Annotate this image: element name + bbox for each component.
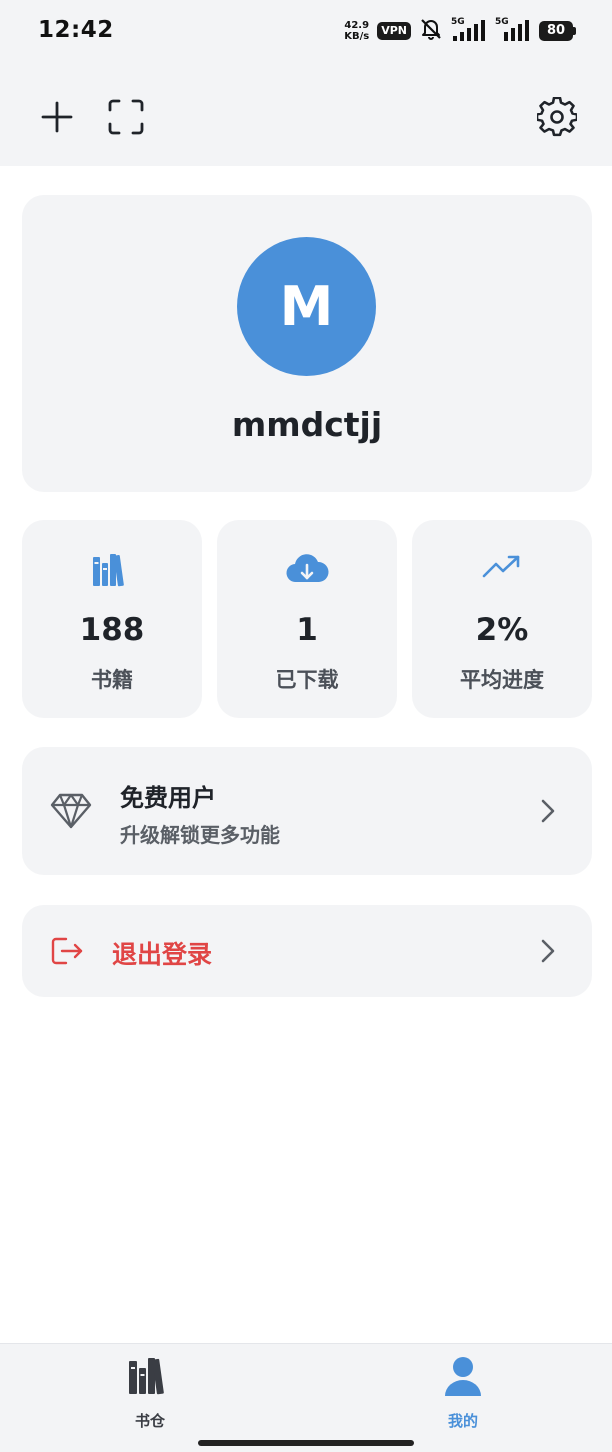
membership-subtitle: 升级解锁更多功能	[120, 823, 280, 847]
status-bar: 12:42 42.9 KB/s VPN 5G 5G 80	[0, 0, 612, 66]
status-indicators: 42.9 KB/s VPN 5G 5G 80	[344, 16, 576, 46]
network-speed: 42.9 KB/s	[344, 20, 369, 42]
chevron-right-icon	[538, 796, 558, 826]
scan-icon	[108, 99, 144, 135]
settings-button[interactable]	[536, 96, 578, 138]
nav-label-mine: 我的	[447, 1412, 478, 1430]
profile-card[interactable]: M mmdctjj	[22, 195, 592, 492]
network-speed-value: 42.9	[344, 20, 370, 31]
stat-card-downloaded[interactable]: 1 已下载	[217, 520, 397, 718]
bottom-nav: 书仓 我的	[0, 1343, 612, 1452]
plus-icon	[41, 101, 73, 133]
trend-up-icon	[412, 552, 592, 582]
status-time: 12:42	[38, 17, 114, 43]
top-toolbar	[0, 66, 612, 166]
gear-icon	[537, 97, 577, 137]
stat-card-books[interactable]: 188 书籍	[22, 520, 202, 718]
diamond-icon	[50, 791, 92, 831]
network-speed-unit: KB/s	[344, 31, 370, 42]
battery-level: 80	[539, 21, 573, 41]
nav-label-bookshelf: 书仓	[134, 1412, 165, 1430]
bookshelf-icon	[22, 552, 202, 588]
nav-item-bookshelf[interactable]: 书仓	[90, 1356, 210, 1436]
profile-screen: 12:42 42.9 KB/s VPN 5G 5G 80 M mmdctjj 1…	[0, 0, 612, 1452]
add-button[interactable]	[36, 96, 78, 138]
cloud-download-icon	[217, 552, 397, 588]
battery-tip	[573, 27, 576, 35]
chevron-right-icon	[538, 936, 558, 966]
user-icon	[403, 1356, 523, 1398]
battery-indicator: 80	[539, 21, 576, 41]
username: mmdctjj	[231, 405, 383, 444]
avatar[interactable]: M	[237, 237, 376, 376]
signal-bars-icon	[504, 20, 529, 41]
home-indicator[interactable]	[198, 1440, 414, 1446]
average-progress-value: 2%	[475, 612, 529, 648]
membership-title: 免费用户	[120, 784, 216, 812]
books-label: 书籍	[91, 668, 133, 692]
scan-button[interactable]	[105, 96, 147, 138]
logout-row[interactable]: 退出登录	[22, 905, 592, 997]
downloaded-count: 1	[296, 612, 318, 648]
nav-item-mine[interactable]: 我的	[403, 1356, 523, 1436]
vpn-badge: VPN	[377, 22, 411, 40]
average-progress-label: 平均进度	[460, 668, 544, 692]
membership-row[interactable]: 免费用户 升级解锁更多功能	[22, 747, 592, 875]
stat-card-progress[interactable]: 2% 平均进度	[412, 520, 592, 718]
logout-icon	[50, 936, 84, 966]
mute-bell-icon	[419, 17, 443, 45]
books-count: 188	[79, 612, 145, 648]
bookshelf-icon	[90, 1356, 210, 1396]
signal-2: 5G	[495, 17, 531, 44]
logout-label: 退出登录	[112, 940, 213, 969]
signal-bars-icon	[453, 20, 485, 41]
downloaded-label: 已下载	[275, 668, 339, 692]
signal-1: 5G	[451, 17, 487, 44]
